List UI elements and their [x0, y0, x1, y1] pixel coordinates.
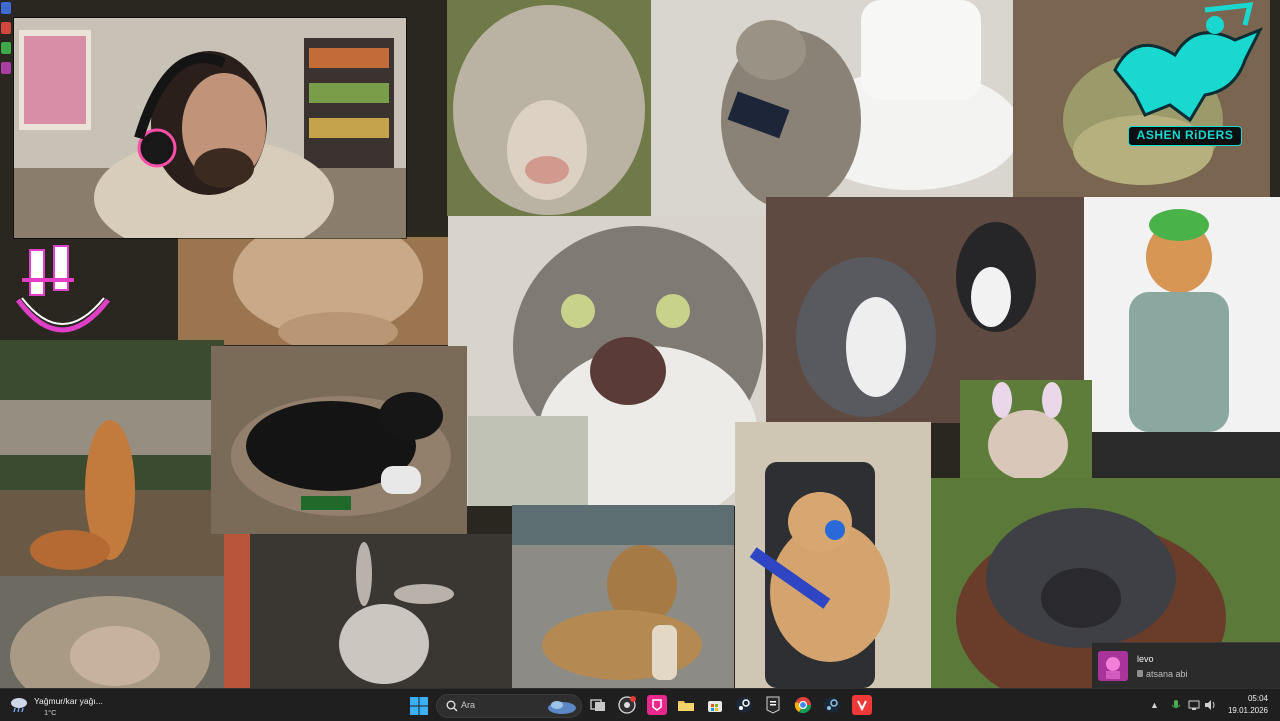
microphone-icon[interactable] — [1170, 699, 1182, 711]
search-highlight-icon — [548, 701, 576, 714]
bunny-ears-dog-photo — [960, 380, 1092, 478]
notification-message: atsana abi — [1146, 669, 1188, 679]
desktop-shortcut-icon[interactable] — [1, 42, 11, 54]
stream-overlay-logo — [12, 240, 112, 350]
steam-2-icon[interactable] — [822, 695, 842, 715]
sheep-photo — [447, 0, 651, 216]
cat-green-hat-photo — [1084, 197, 1280, 477]
shocked-cat-photo — [448, 216, 766, 506]
user-avatar — [1098, 651, 1128, 681]
twitch-pink-app-icon[interactable] — [647, 695, 667, 715]
desktop-shortcut-icon[interactable] — [1, 2, 11, 14]
message-icon — [1137, 670, 1143, 677]
donkey-photo — [224, 534, 512, 688]
search-icon — [446, 700, 458, 712]
clock-date[interactable]: 19.01.2026 — [1214, 706, 1268, 715]
webcam-overlay — [13, 17, 407, 239]
gamer-cat-photo — [735, 422, 931, 688]
chrome-icon[interactable] — [793, 695, 813, 715]
task-view-icon[interactable] — [588, 695, 608, 715]
store-icon[interactable] — [705, 695, 725, 715]
desktop-shortcut-icon[interactable] — [1, 62, 11, 74]
file-explorer-icon[interactable] — [676, 695, 696, 715]
squirrel-photo — [0, 340, 224, 576]
ashen-riders-logo-text: ASHEN RiDERS — [1128, 126, 1242, 146]
dog-bread-photo — [512, 505, 734, 688]
beige-cat-photo — [178, 237, 448, 345]
vivaldi-icon[interactable] — [852, 695, 872, 715]
search-placeholder: Ara — [461, 700, 476, 710]
steam-icon[interactable] — [734, 695, 754, 715]
chat-notification[interactable]: levo atsana abi — [1092, 642, 1280, 688]
black-dog-controller-photo — [211, 346, 467, 534]
monkey-photo — [0, 576, 224, 688]
network-icon[interactable] — [1188, 699, 1200, 711]
taskbar: Yağmur/kar yağı... 1°C Ara ▲ 05:04 19.01… — [0, 688, 1280, 721]
desktop-wallpaper: ASHEN RiDERS levo atsana abi — [0, 0, 1280, 688]
notification-username: levo — [1137, 654, 1154, 664]
cat-toilet-phone-photo — [651, 0, 1013, 216]
weather-widget[interactable]: Yağmur/kar yağı... 1°C — [10, 694, 120, 718]
weather-temperature: 1°C — [44, 708, 57, 717]
epic-games-icon[interactable] — [763, 695, 783, 715]
desktop-icons-strip — [0, 0, 12, 240]
desktop-shortcut-icon[interactable] — [1, 22, 11, 34]
rain-snow-icon — [11, 698, 27, 713]
tray-overflow-chevron-icon[interactable]: ▲ — [1150, 700, 1159, 710]
taskbar-search-box[interactable]: Ara — [436, 694, 582, 718]
clock-time[interactable]: 05:04 — [1220, 694, 1268, 703]
obs-icon[interactable] — [617, 695, 637, 715]
windows-start-icon[interactable] — [410, 697, 428, 715]
weather-condition: Yağmur/kar yağı... — [34, 696, 103, 706]
